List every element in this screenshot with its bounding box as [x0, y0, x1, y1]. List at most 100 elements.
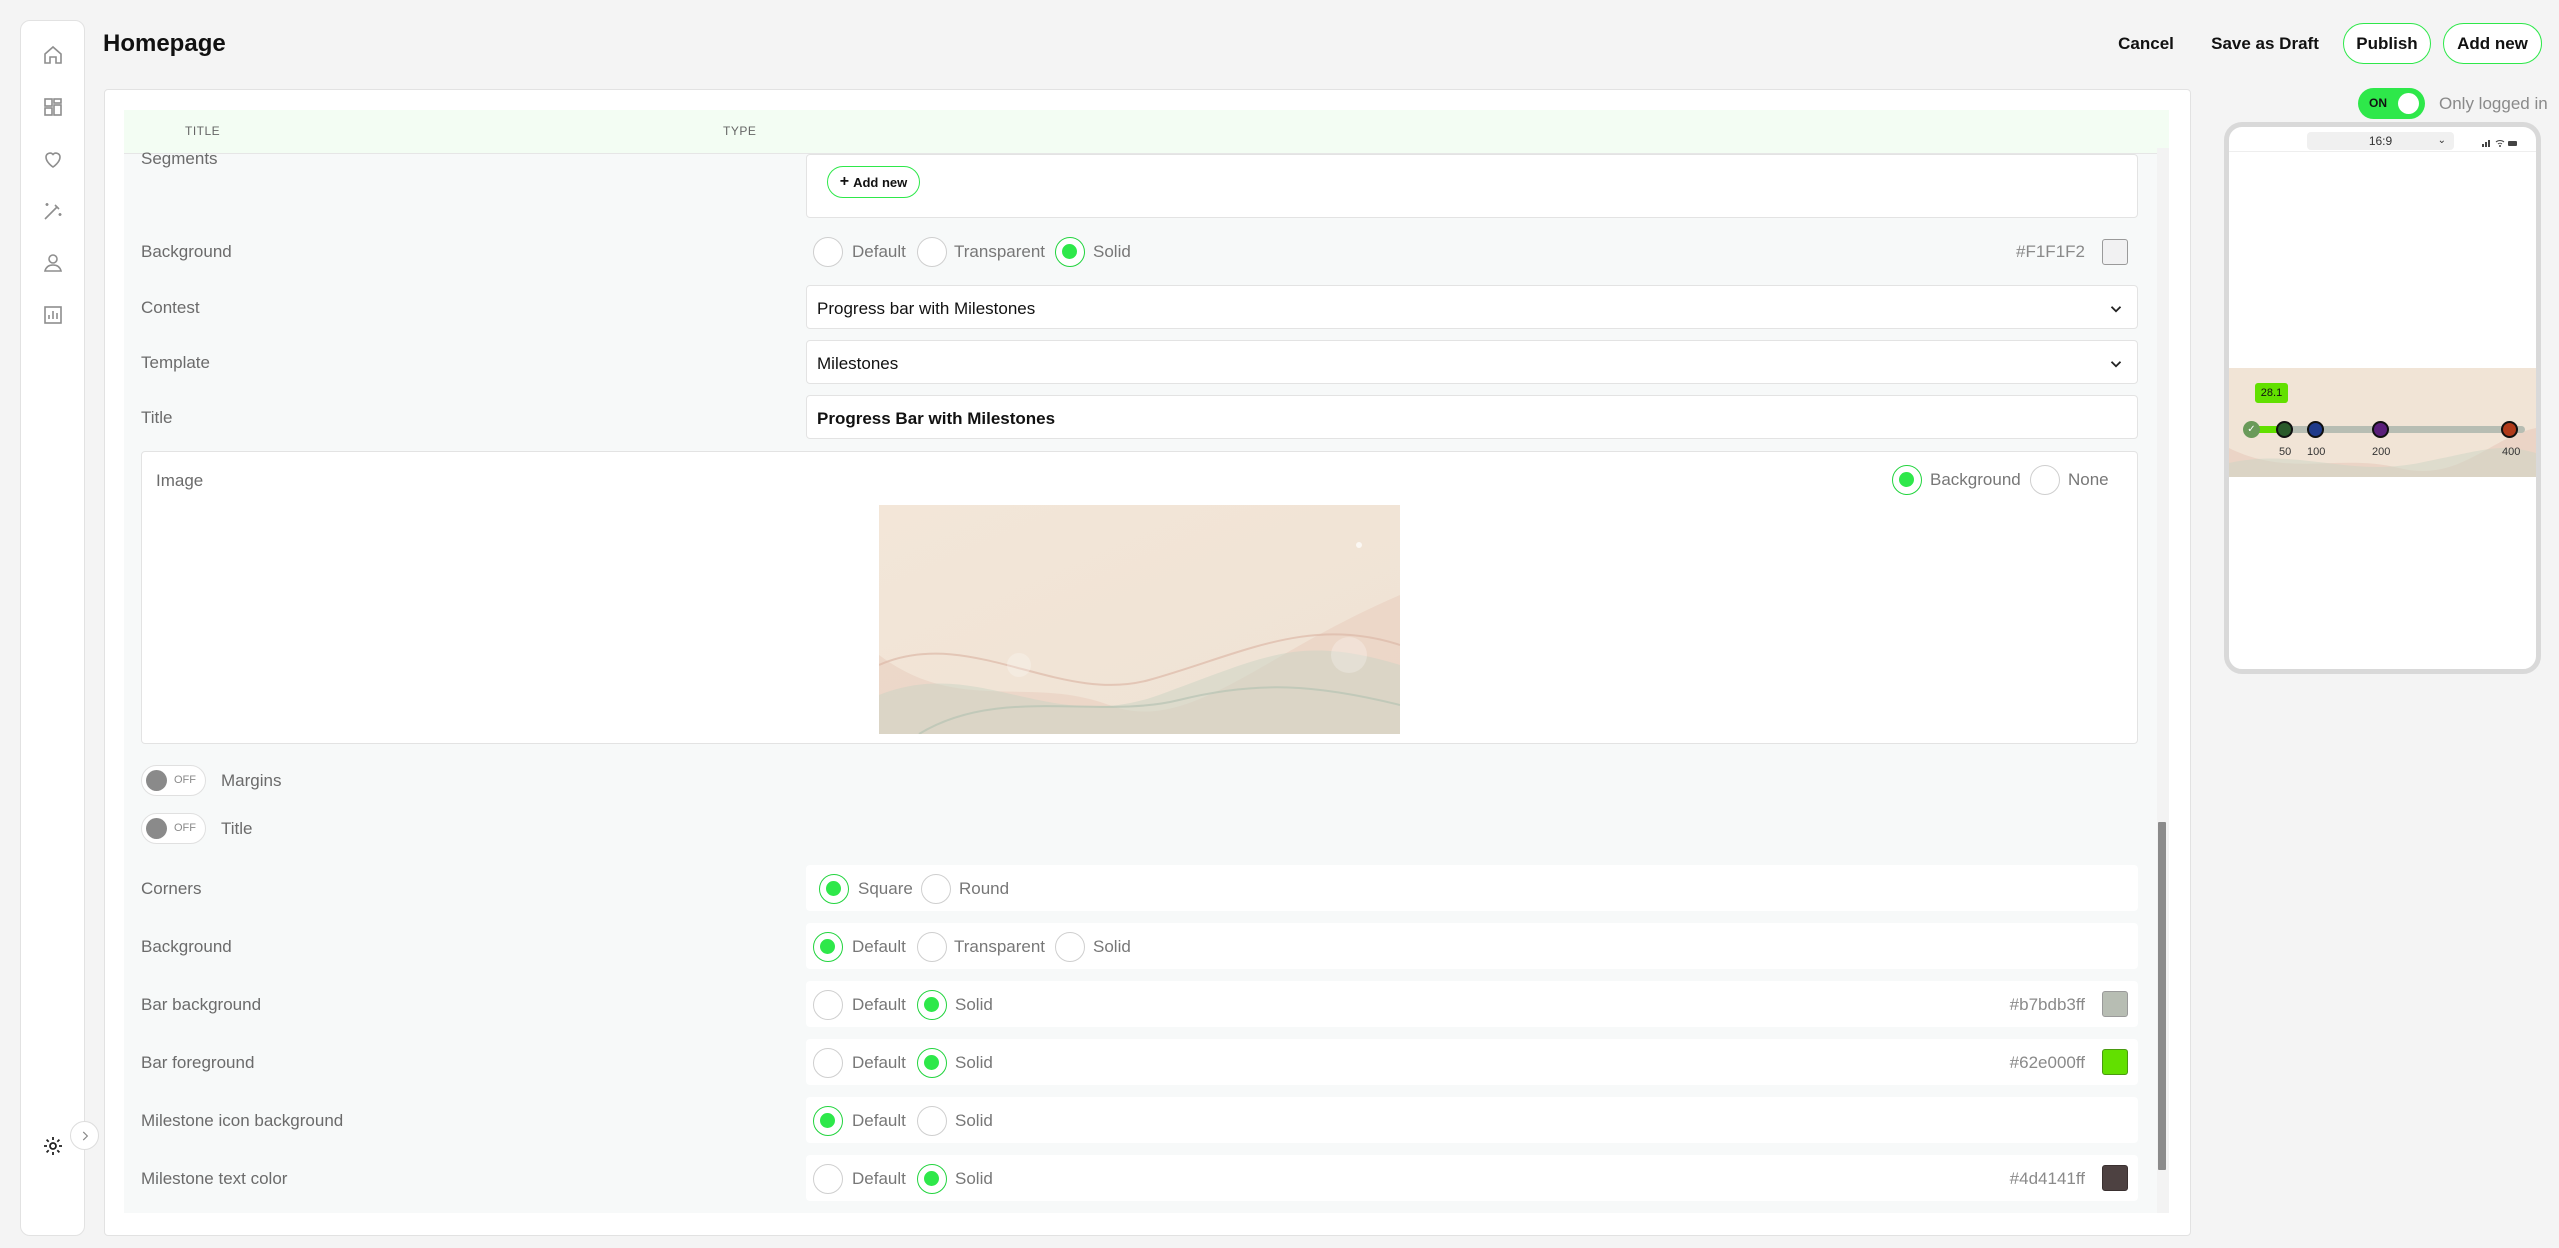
column-title-header: TITLE	[185, 124, 221, 138]
bar-background-default-label: Default	[852, 995, 906, 1014]
background2-default-label: Default	[852, 937, 906, 956]
title-input[interactable]: Progress Bar with Milestones	[806, 395, 2138, 439]
sidebar	[20, 20, 85, 1236]
gear-icon[interactable]	[41, 1134, 65, 1158]
milestone-icon-bg-default-label: Default	[852, 1111, 906, 1130]
background-color-swatch[interactable]	[2102, 239, 2128, 265]
progress-value-badge: 28.1	[2255, 383, 2288, 403]
bar-foreground-hex-value: #62e000ff	[2009, 1053, 2085, 1072]
milestone-icon-bg-solid-label: Solid	[955, 1111, 993, 1130]
milestone-text-color-solid-radio[interactable]	[917, 1164, 947, 1194]
image-label: Image	[156, 471, 204, 490]
image-none-label: None	[2068, 470, 2109, 489]
milestone-label: 50	[2279, 446, 2292, 458]
scrollbar-thumb[interactable]	[2158, 822, 2166, 1170]
title-input-value: Progress Bar with Milestones	[817, 409, 1056, 428]
segments-add-new-button[interactable]: + Add new	[827, 166, 920, 198]
background2-solid-label: Solid	[1093, 937, 1131, 956]
bar-foreground-solid-label: Solid	[955, 1053, 993, 1072]
plus-icon: +	[839, 173, 850, 190]
cancel-button[interactable]: Cancel	[2104, 23, 2188, 64]
contest-select[interactable]: Progress bar with Milestones	[806, 285, 2138, 329]
milestone-icon-bg-default-radio[interactable]	[813, 1106, 843, 1136]
user-icon[interactable]	[41, 251, 65, 275]
save-draft-button[interactable]: Save as Draft	[2205, 23, 2325, 64]
milestone-text-color-solid-label: Solid	[955, 1169, 993, 1188]
bar-foreground-row	[806, 1039, 2138, 1085]
bar-foreground-default-label: Default	[852, 1053, 906, 1072]
image-none-radio[interactable]	[2030, 465, 2060, 495]
background2-transparent-label: Transparent	[954, 937, 1046, 956]
background2-label: Background	[141, 937, 232, 956]
visibility-toggle-state: ON	[2369, 96, 2387, 110]
milestone-text-color-default-radio[interactable]	[813, 1164, 843, 1194]
status-icons	[2480, 135, 2522, 147]
title-toggle[interactable]: OFF	[141, 813, 206, 844]
corners-round-radio[interactable]	[921, 874, 951, 904]
toggle-knob	[146, 818, 167, 839]
bar-foreground-color-swatch[interactable]	[2102, 1049, 2128, 1075]
magic-wand-icon[interactable]	[41, 199, 65, 223]
only-logged-in-label: Only logged in	[2439, 94, 2548, 113]
corners-round-label: Round	[959, 879, 1010, 898]
image-background-label: Background	[1930, 470, 2021, 489]
column-type-header: TYPE	[723, 124, 757, 138]
phone-preview: 16:9 ⌄ 28.1 ✓ 50 100 200 400	[2224, 122, 2541, 674]
milestone-200-icon	[2372, 421, 2389, 438]
template-label: Template	[141, 353, 210, 372]
milestone-text-color-hex-value: #4d4141ff	[2009, 1169, 2085, 1188]
add-new-button[interactable]: Add new	[2443, 23, 2542, 64]
background-solid-radio[interactable]	[1055, 237, 1085, 267]
margins-toggle[interactable]: OFF	[141, 765, 206, 796]
milestone-text-color-default-label: Default	[852, 1169, 906, 1188]
image-background-radio[interactable]	[1892, 465, 1922, 495]
background-image-preview	[879, 505, 1400, 734]
milestone-label: 400	[2502, 446, 2521, 458]
segments-add-new-label: Add new	[853, 174, 908, 190]
bar-background-hex-value: #b7bdb3ff	[2009, 995, 2085, 1014]
visibility-toggle[interactable]: ON	[2358, 88, 2425, 119]
dashboard-icon[interactable]	[41, 95, 65, 119]
chevron-right-icon[interactable]	[70, 1121, 99, 1150]
milestone-text-color-swatch[interactable]	[2102, 1165, 2128, 1191]
milestone-50-icon	[2276, 421, 2293, 438]
home-icon[interactable]	[41, 43, 65, 67]
bar-background-color-swatch[interactable]	[2102, 991, 2128, 1017]
bar-background-default-radio[interactable]	[813, 990, 843, 1020]
background2-transparent-radio[interactable]	[917, 932, 947, 962]
chevron-down-icon: ⌄	[2437, 135, 2446, 146]
title-toggle-state: OFF	[174, 822, 196, 834]
bar-foreground-label: Bar foreground	[141, 1053, 255, 1072]
chevron-down-icon	[2110, 361, 2122, 368]
publish-button[interactable]: Publish	[2343, 23, 2431, 64]
background-transparent-label: Transparent	[954, 242, 1046, 261]
page-title: Homepage	[103, 30, 226, 57]
background2-solid-radio[interactable]	[1055, 932, 1085, 962]
progress-widget-preview: 28.1 ✓ 50 100 200 400	[2229, 368, 2536, 477]
background-default-label: Default	[852, 242, 906, 261]
aspect-ratio-value: 16:9	[2368, 134, 2393, 148]
milestone-icon-bg-solid-radio[interactable]	[917, 1106, 947, 1136]
milestone-label: 100	[2307, 446, 2326, 458]
aspect-ratio-select[interactable]: 16:9 ⌄	[2307, 132, 2454, 150]
milestone-label: 200	[2372, 446, 2391, 458]
template-select[interactable]: Milestones	[806, 340, 2138, 384]
milestone-icon-bg-label: Milestone icon background	[141, 1111, 344, 1130]
background2-default-radio[interactable]	[813, 932, 843, 962]
bar-foreground-default-radio[interactable]	[813, 1048, 843, 1078]
background-solid-label: Solid	[1093, 242, 1131, 261]
bar-background-solid-radio[interactable]	[917, 990, 947, 1020]
bar-foreground-solid-radio[interactable]	[917, 1048, 947, 1078]
corners-square-radio[interactable]	[819, 874, 849, 904]
background-transparent-radio[interactable]	[917, 237, 947, 267]
toggle-knob	[146, 770, 167, 791]
background-label: Background	[141, 242, 232, 261]
heart-icon[interactable]	[41, 147, 65, 171]
template-select-value: Milestones	[817, 354, 899, 373]
analytics-icon[interactable]	[41, 303, 65, 327]
contest-label: Contest	[141, 298, 200, 317]
title-label: Title	[141, 408, 173, 427]
background-default-radio[interactable]	[813, 237, 843, 267]
corners-square-label: Square	[858, 879, 913, 898]
milestone-100-icon	[2307, 421, 2324, 438]
